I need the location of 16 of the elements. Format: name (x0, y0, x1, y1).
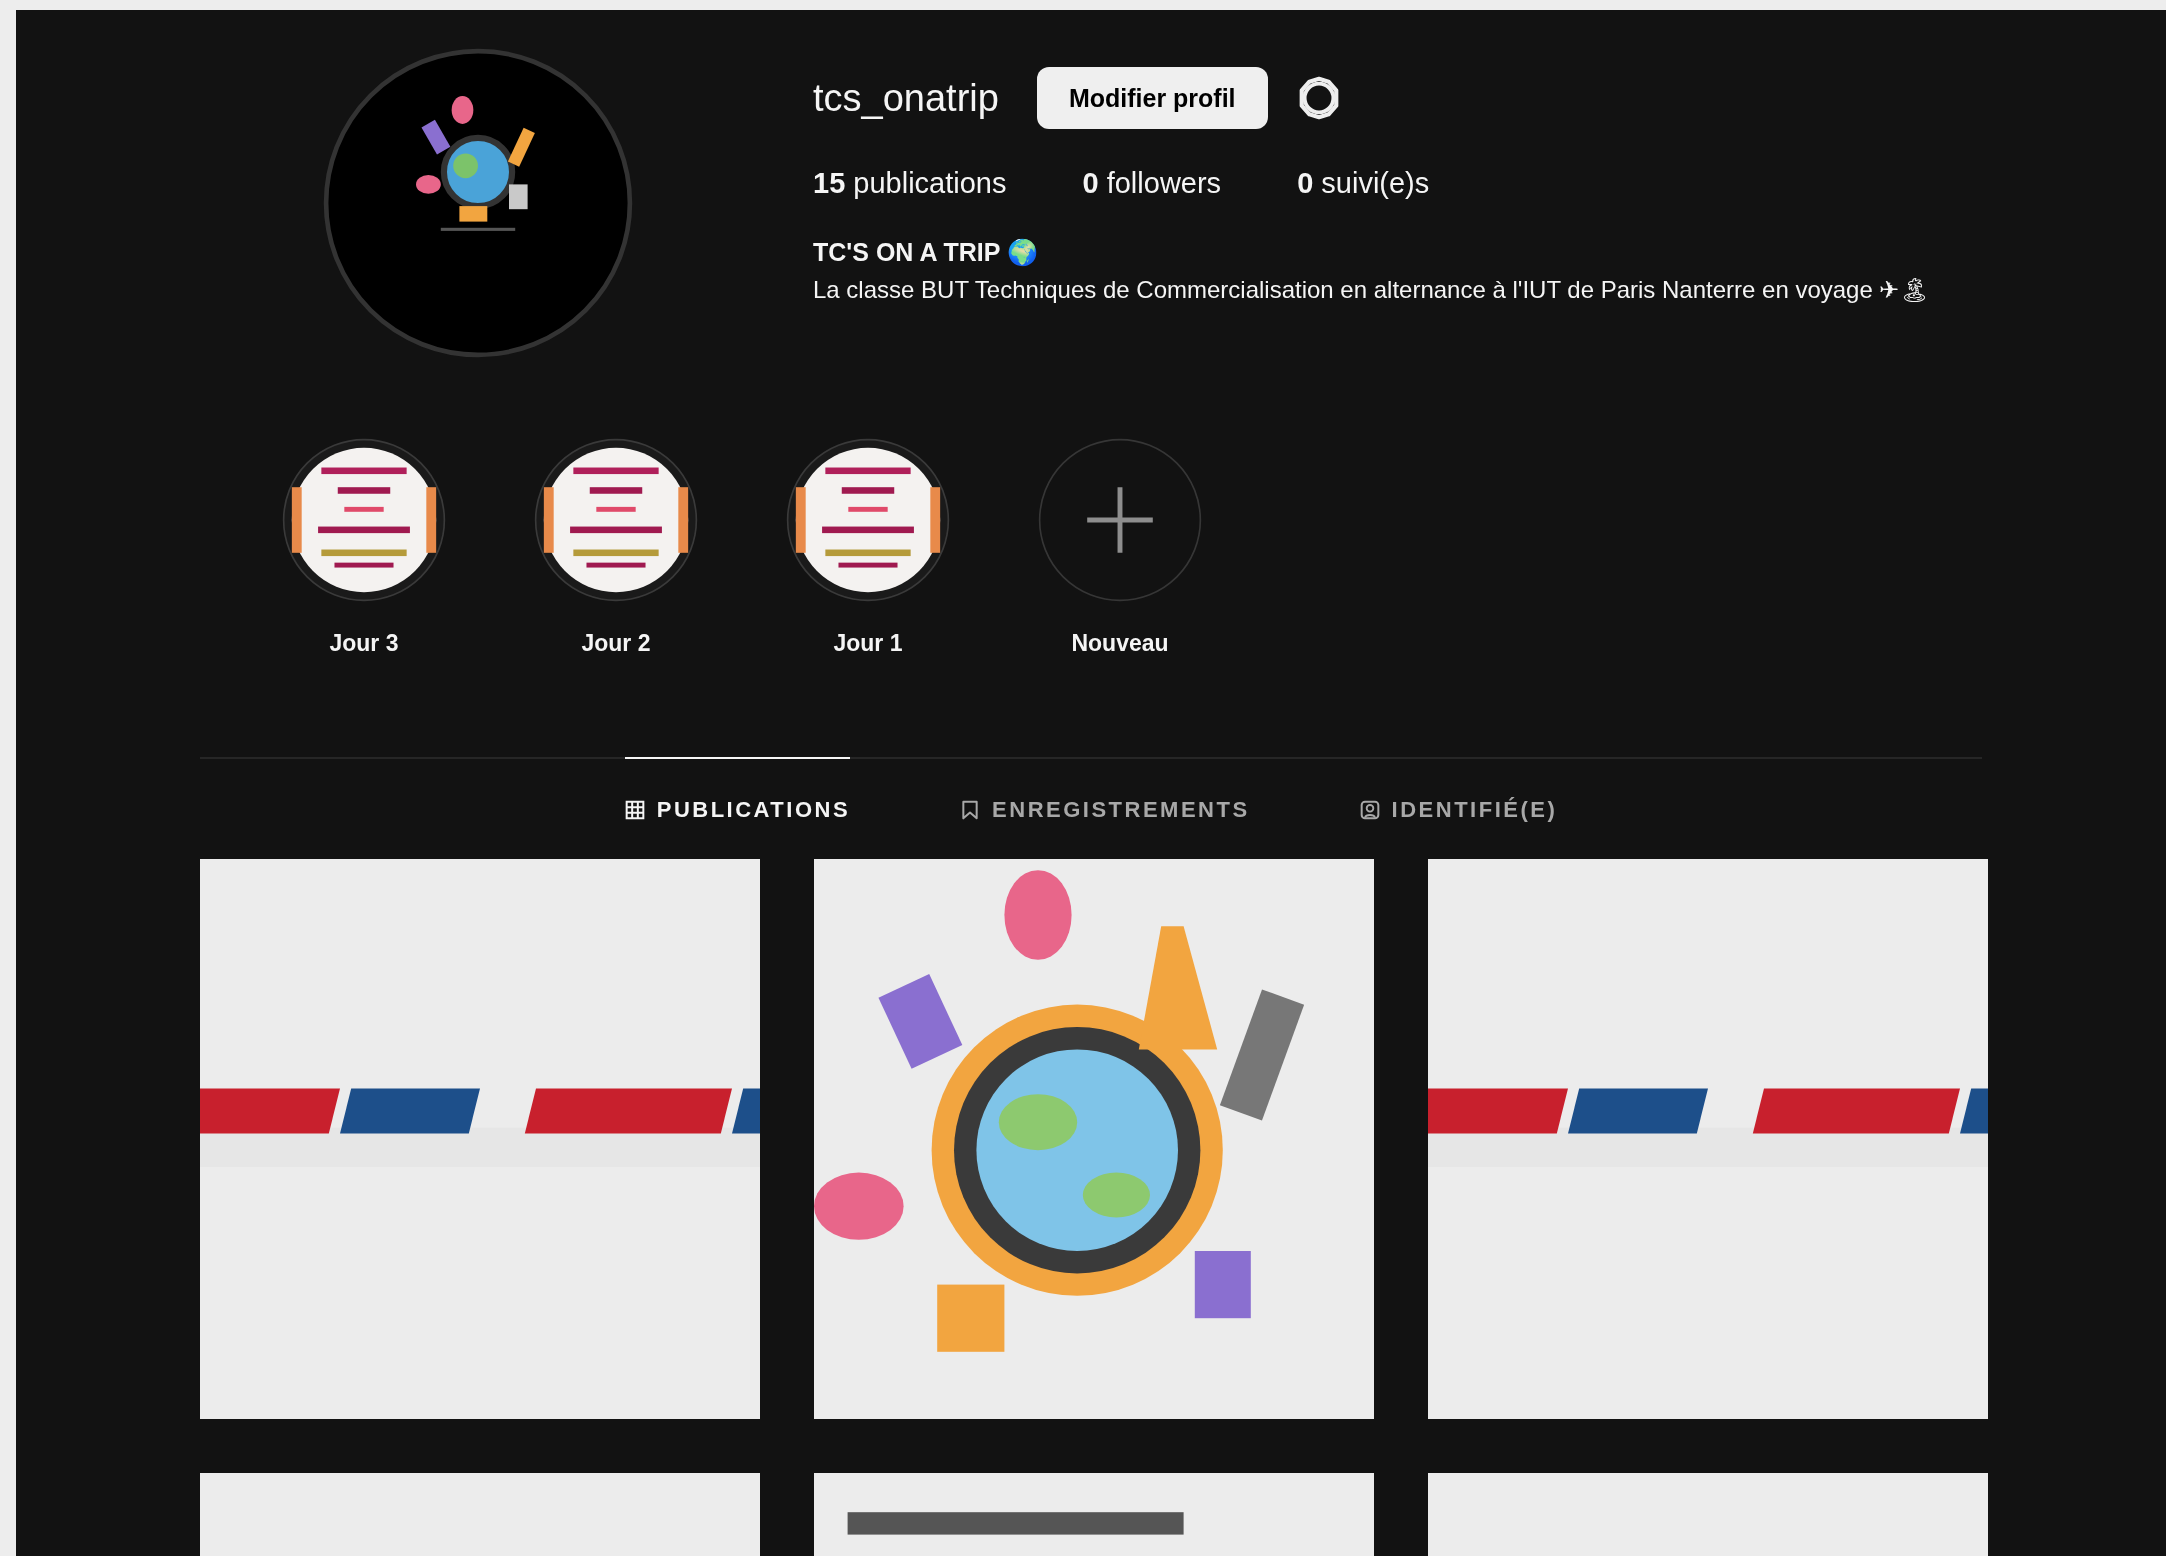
profile-tab[interactable]: ENREGISTREMENTS (960, 757, 1250, 859)
stat-count[interactable]: 0 suivi(e)s (1297, 167, 1430, 200)
highlight-label[interactable]: Jour 1 (833, 630, 903, 657)
username: tcs_onatrip (813, 76, 999, 120)
bio-title: TC'S ON A TRIP 🌍 (813, 238, 1039, 267)
person-tag-icon (1359, 800, 1380, 820)
bio-text: La classe BUT Techniques de Commercialisation en alternance à l'IUT de Paris Nanterre en voyage ✈🏝 (813, 275, 1931, 305)
highlight-label[interactable]: Jour 2 (581, 630, 651, 657)
bookmark-icon (960, 800, 981, 820)
grid-icon (624, 800, 645, 820)
profile-tab[interactable]: IDENTIFIÉ(E) (1359, 757, 1558, 859)
stat-count[interactable]: 15 publications (813, 167, 1007, 200)
stat-count[interactable]: 0 followers (1082, 167, 1222, 200)
edit-profile-button[interactable]: Modifier profil (1036, 67, 1268, 129)
highlight-label[interactable]: Nouveau (1071, 630, 1169, 657)
highlight-label[interactable]: Jour 3 (329, 630, 399, 657)
